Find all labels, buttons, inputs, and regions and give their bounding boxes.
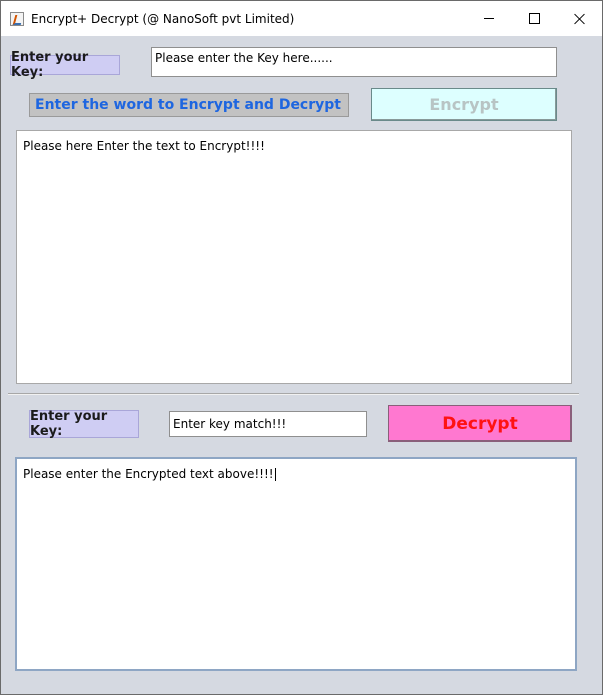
text-caret (274, 468, 276, 481)
app-window: Encrypt+ Decrypt (@ NanoSoft pvt Limited… (0, 0, 603, 695)
ciphertext-text: Please enter the Encrypted text above!!!… (23, 467, 274, 481)
maximize-icon (528, 13, 540, 24)
decrypt-key-input[interactable]: Enter key match!!! (169, 411, 367, 437)
plaintext-area[interactable]: Please here Enter the text to Encrypt!!!… (16, 130, 572, 384)
decrypt-button[interactable]: Decrypt (388, 405, 572, 442)
minimize-button[interactable] (466, 1, 512, 36)
window-title: Encrypt+ Decrypt (@ NanoSoft pvt Limited… (31, 12, 295, 26)
java-app-icon (10, 12, 24, 26)
close-button[interactable] (557, 1, 603, 36)
instruction-banner: Enter the word to Encrypt and Decrypt (29, 93, 349, 117)
encrypt-button[interactable]: Encrypt (371, 88, 557, 121)
encrypt-key-label: Enter your Key: (10, 50, 120, 80)
title-bar[interactable]: Encrypt+ Decrypt (@ NanoSoft pvt Limited… (1, 1, 602, 36)
ciphertext-area[interactable]: Please enter the Encrypted text above!!!… (15, 457, 577, 671)
minimize-icon (484, 18, 494, 19)
close-icon (574, 13, 586, 25)
section-separator (8, 393, 579, 395)
encrypt-key-input[interactable]: Please enter the Key here...... (151, 47, 557, 77)
decrypt-key-label: Enter your Key: (29, 409, 139, 439)
maximize-button[interactable] (511, 1, 557, 36)
